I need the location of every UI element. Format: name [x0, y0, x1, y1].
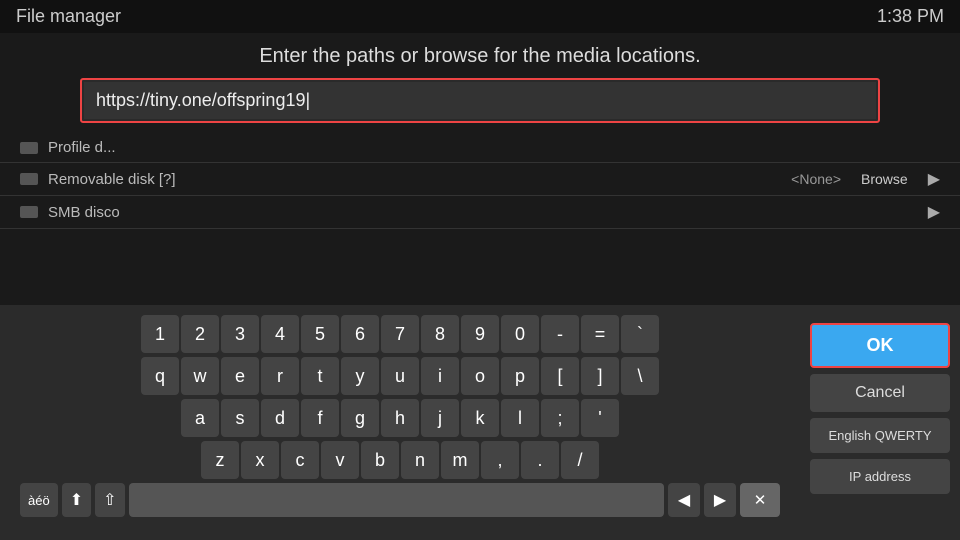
key-i[interactable]: i	[421, 357, 459, 395]
key-h[interactable]: h	[381, 399, 419, 437]
url-input[interactable]	[84, 82, 876, 119]
browse-button-removable[interactable]: Browse	[861, 171, 908, 187]
key-z[interactable]: z	[201, 441, 239, 479]
key-y[interactable]: y	[341, 357, 379, 395]
key-3[interactable]: 3	[221, 315, 259, 353]
keyboard-main: 1 2 3 4 5 6 7 8 9 0 - = ` q w e r t	[0, 315, 960, 517]
keyboard-layout-button[interactable]: English QWERTY	[810, 418, 950, 453]
key-row-1: 1 2 3 4 5 6 7 8 9 0 - = `	[10, 315, 790, 353]
key-5[interactable]: 5	[301, 315, 339, 353]
key-period[interactable]: .	[521, 441, 559, 479]
key-s[interactable]: s	[221, 399, 259, 437]
key-comma[interactable]: ,	[481, 441, 519, 479]
key-right-arrow[interactable]: ▶	[704, 483, 736, 517]
file-arrow-smb: ▶	[928, 202, 940, 222]
file-name-smb: SMB disco	[48, 204, 928, 221]
key-slash[interactable]: /	[561, 441, 599, 479]
key-lbracket[interactable]: [	[541, 357, 579, 395]
key-space[interactable]	[129, 483, 664, 517]
file-name-removable: Removable disk [?]	[48, 171, 791, 188]
key-m[interactable]: m	[441, 441, 479, 479]
file-option-removable: <None>	[791, 171, 841, 187]
file-row-smb[interactable]: SMB disco ▶	[0, 196, 960, 229]
key-b[interactable]: b	[361, 441, 399, 479]
key-d[interactable]: d	[261, 399, 299, 437]
key-row-2: q w e r t y u i o p [ ] \	[10, 357, 790, 395]
key-l[interactable]: l	[501, 399, 539, 437]
file-icon-smb	[20, 206, 38, 218]
key-f[interactable]: f	[301, 399, 339, 437]
file-icon-profile	[20, 142, 38, 154]
key-e[interactable]: e	[221, 357, 259, 395]
key-j[interactable]: j	[421, 399, 459, 437]
key-u[interactable]: u	[381, 357, 419, 395]
key-6[interactable]: 6	[341, 315, 379, 353]
key-n[interactable]: n	[401, 441, 439, 479]
key-r[interactable]: r	[261, 357, 299, 395]
keyboard-area: 1 2 3 4 5 6 7 8 9 0 - = ` q w e r t	[0, 305, 960, 540]
key-backspace[interactable]: ✕	[740, 483, 780, 517]
key-apostrophe[interactable]: '	[581, 399, 619, 437]
keys-section: 1 2 3 4 5 6 7 8 9 0 - = ` q w e r t	[0, 315, 800, 517]
top-bar: File manager 1:38 PM	[0, 0, 960, 33]
key-7[interactable]: 7	[381, 315, 419, 353]
key-row-4: z x c v b n m , . /	[10, 441, 790, 479]
key-p[interactable]: p	[501, 357, 539, 395]
key-backslash[interactable]: \	[621, 357, 659, 395]
file-icon-removable	[20, 173, 38, 185]
key-row-3: a s d f g h j k l ; '	[10, 399, 790, 437]
key-caps[interactable]: ⬆	[62, 483, 91, 517]
key-k[interactable]: k	[461, 399, 499, 437]
key-equals[interactable]: =	[581, 315, 619, 353]
key-left-arrow[interactable]: ◀	[668, 483, 700, 517]
key-2[interactable]: 2	[181, 315, 219, 353]
key-backtick[interactable]: `	[621, 315, 659, 353]
file-row-removable[interactable]: Removable disk [?] <None> Browse ▶	[0, 163, 960, 196]
ip-address-button[interactable]: IP address	[810, 459, 950, 494]
url-input-wrapper[interactable]	[80, 78, 880, 123]
key-shift[interactable]: ⇧	[95, 483, 124, 517]
key-0[interactable]: 0	[501, 315, 539, 353]
key-1[interactable]: 1	[141, 315, 179, 353]
key-t[interactable]: t	[301, 357, 339, 395]
file-arrow-removable: ▶	[928, 169, 940, 189]
key-g[interactable]: g	[341, 399, 379, 437]
file-row-profile[interactable]: Profile d...	[0, 133, 960, 163]
key-o[interactable]: o	[461, 357, 499, 395]
main-content: Enter the paths or browse for the media …	[0, 33, 960, 313]
key-w[interactable]: w	[181, 357, 219, 395]
key-x[interactable]: x	[241, 441, 279, 479]
ok-button[interactable]: OK	[810, 323, 950, 368]
key-a[interactable]: a	[181, 399, 219, 437]
key-v[interactable]: v	[321, 441, 359, 479]
action-panel: OK Cancel English QWERTY IP address	[800, 315, 960, 517]
key-row-bottom: àéö ⬆ ⇧ ◀ ▶ ✕	[10, 483, 790, 517]
key-accent[interactable]: àéö	[20, 483, 58, 517]
key-c[interactable]: c	[281, 441, 319, 479]
key-8[interactable]: 8	[421, 315, 459, 353]
key-minus[interactable]: -	[541, 315, 579, 353]
app-title: File manager	[16, 6, 121, 27]
key-semicolon[interactable]: ;	[541, 399, 579, 437]
clock: 1:38 PM	[877, 6, 944, 27]
file-name-profile: Profile d...	[48, 139, 940, 156]
instruction-text: Enter the paths or browse for the media …	[0, 33, 960, 78]
cancel-button[interactable]: Cancel	[810, 374, 950, 412]
key-4[interactable]: 4	[261, 315, 299, 353]
key-q[interactable]: q	[141, 357, 179, 395]
key-9[interactable]: 9	[461, 315, 499, 353]
key-rbracket[interactable]: ]	[581, 357, 619, 395]
